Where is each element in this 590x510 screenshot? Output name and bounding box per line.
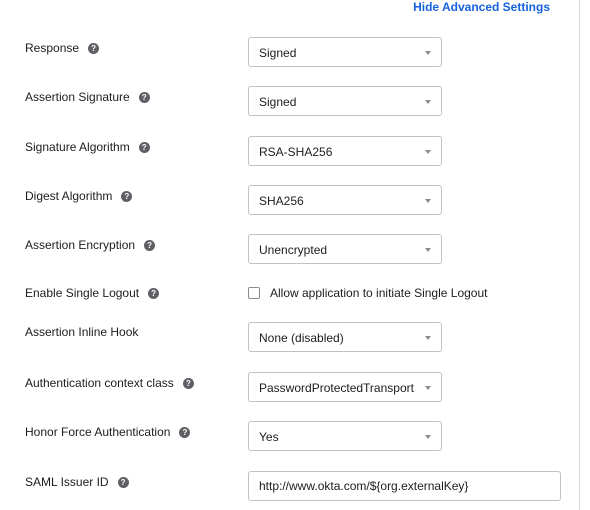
assertion-encryption-label-group: Assertion Encryption ? <box>25 238 156 252</box>
assertion-signature-label: Assertion Signature <box>25 90 130 104</box>
response-label-group: Response ? <box>25 41 100 55</box>
digest-algorithm-select-value: SHA256 <box>259 194 304 208</box>
honor-force-auth-label: Honor Force Authentication <box>25 425 171 439</box>
signature-algorithm-select[interactable]: RSA-SHA256 <box>248 136 442 166</box>
auth-context-class-select-value: PasswordProtectedTransport <box>259 381 414 395</box>
advanced-settings-panel: Hide Advanced Settings Response ? Signed… <box>0 0 580 510</box>
honor-force-auth-label-group: Honor Force Authentication ? <box>25 425 191 439</box>
response-help-icon[interactable]: ? <box>88 42 100 54</box>
assertion-signature-select[interactable]: Signed <box>248 86 442 116</box>
chevron-down-icon <box>425 199 431 203</box>
saml-issuer-id-label-group: SAML Issuer ID ? <box>25 475 129 489</box>
assertion-signature-help-icon[interactable]: ? <box>138 91 150 103</box>
signature-algorithm-select-value: RSA-SHA256 <box>259 145 333 159</box>
single-logout-label-group: Enable Single Logout ? <box>25 286 160 300</box>
assertion-encryption-select-value: Unencrypted <box>259 243 328 257</box>
signature-algorithm-row: Signature Algorithm ? RSA-SHA256 <box>0 136 580 166</box>
inline-hook-select-value: None (disabled) <box>259 331 344 345</box>
saml-issuer-id-input[interactable] <box>248 471 561 501</box>
digest-algorithm-select[interactable]: SHA256 <box>248 185 442 215</box>
assertion-encryption-label: Assertion Encryption <box>25 238 136 252</box>
digest-algorithm-row: Digest Algorithm ? SHA256 <box>0 185 580 215</box>
response-select[interactable]: Signed <box>248 37 442 67</box>
signature-algorithm-label: Signature Algorithm <box>25 140 130 154</box>
response-row: Response ? Signed <box>0 37 580 67</box>
assertion-encryption-row: Assertion Encryption ? Unencrypted <box>0 234 580 264</box>
signature-algorithm-help-icon[interactable]: ? <box>138 141 150 153</box>
chevron-down-icon <box>425 51 431 55</box>
chevron-down-icon <box>425 336 431 340</box>
saml-issuer-id-label: SAML Issuer ID <box>25 475 109 489</box>
saml-issuer-id-help-icon[interactable]: ? <box>117 476 129 488</box>
response-label: Response <box>25 41 80 55</box>
assertion-signature-select-value: Signed <box>259 95 297 109</box>
assertion-encryption-select[interactable]: Unencrypted <box>248 234 442 264</box>
response-select-value: Signed <box>259 46 297 60</box>
single-logout-checkbox-group[interactable]: Allow application to initiate Single Log… <box>248 285 487 301</box>
single-logout-checkbox[interactable] <box>248 287 260 299</box>
honor-force-auth-select-value: Yes <box>259 430 279 444</box>
chevron-down-icon <box>425 248 431 252</box>
chevron-down-icon <box>425 386 431 390</box>
signature-algorithm-label-group: Signature Algorithm ? <box>25 140 150 154</box>
inline-hook-row: Assertion Inline Hook None (disabled) <box>0 322 580 352</box>
inline-hook-label: Assertion Inline Hook <box>25 325 139 339</box>
honor-force-auth-help-icon[interactable]: ? <box>179 426 191 438</box>
single-logout-row: Enable Single Logout ? Allow application… <box>0 285 580 315</box>
auth-context-class-row: Authentication context class ? PasswordP… <box>0 372 580 402</box>
chevron-down-icon <box>425 150 431 154</box>
assertion-signature-row: Assertion Signature ? Signed <box>0 86 580 116</box>
auth-context-class-help-icon[interactable]: ? <box>182 377 194 389</box>
single-logout-checkbox-label[interactable]: Allow application to initiate Single Log… <box>270 286 487 300</box>
hide-advanced-settings-link[interactable]: Hide Advanced Settings <box>413 0 550 14</box>
single-logout-help-icon[interactable]: ? <box>148 287 160 299</box>
saml-issuer-id-row: SAML Issuer ID ? <box>0 471 580 501</box>
chevron-down-icon <box>425 100 431 104</box>
single-logout-label: Enable Single Logout <box>25 286 140 300</box>
auth-context-class-label-group: Authentication context class ? <box>25 376 194 390</box>
assertion-signature-label-group: Assertion Signature ? <box>25 90 150 104</box>
chevron-down-icon <box>425 435 431 439</box>
assertion-encryption-help-icon[interactable]: ? <box>144 239 156 251</box>
auth-context-class-select[interactable]: PasswordProtectedTransport <box>248 372 442 402</box>
inline-hook-label-group: Assertion Inline Hook <box>25 325 138 339</box>
honor-force-auth-row: Honor Force Authentication ? Yes <box>0 421 580 451</box>
digest-algorithm-help-icon[interactable]: ? <box>121 190 133 202</box>
honor-force-auth-select[interactable]: Yes <box>248 421 442 451</box>
auth-context-class-label: Authentication context class <box>25 376 174 390</box>
inline-hook-select[interactable]: None (disabled) <box>248 322 442 352</box>
digest-algorithm-label-group: Digest Algorithm ? <box>25 189 133 203</box>
digest-algorithm-label: Digest Algorithm <box>25 189 113 203</box>
